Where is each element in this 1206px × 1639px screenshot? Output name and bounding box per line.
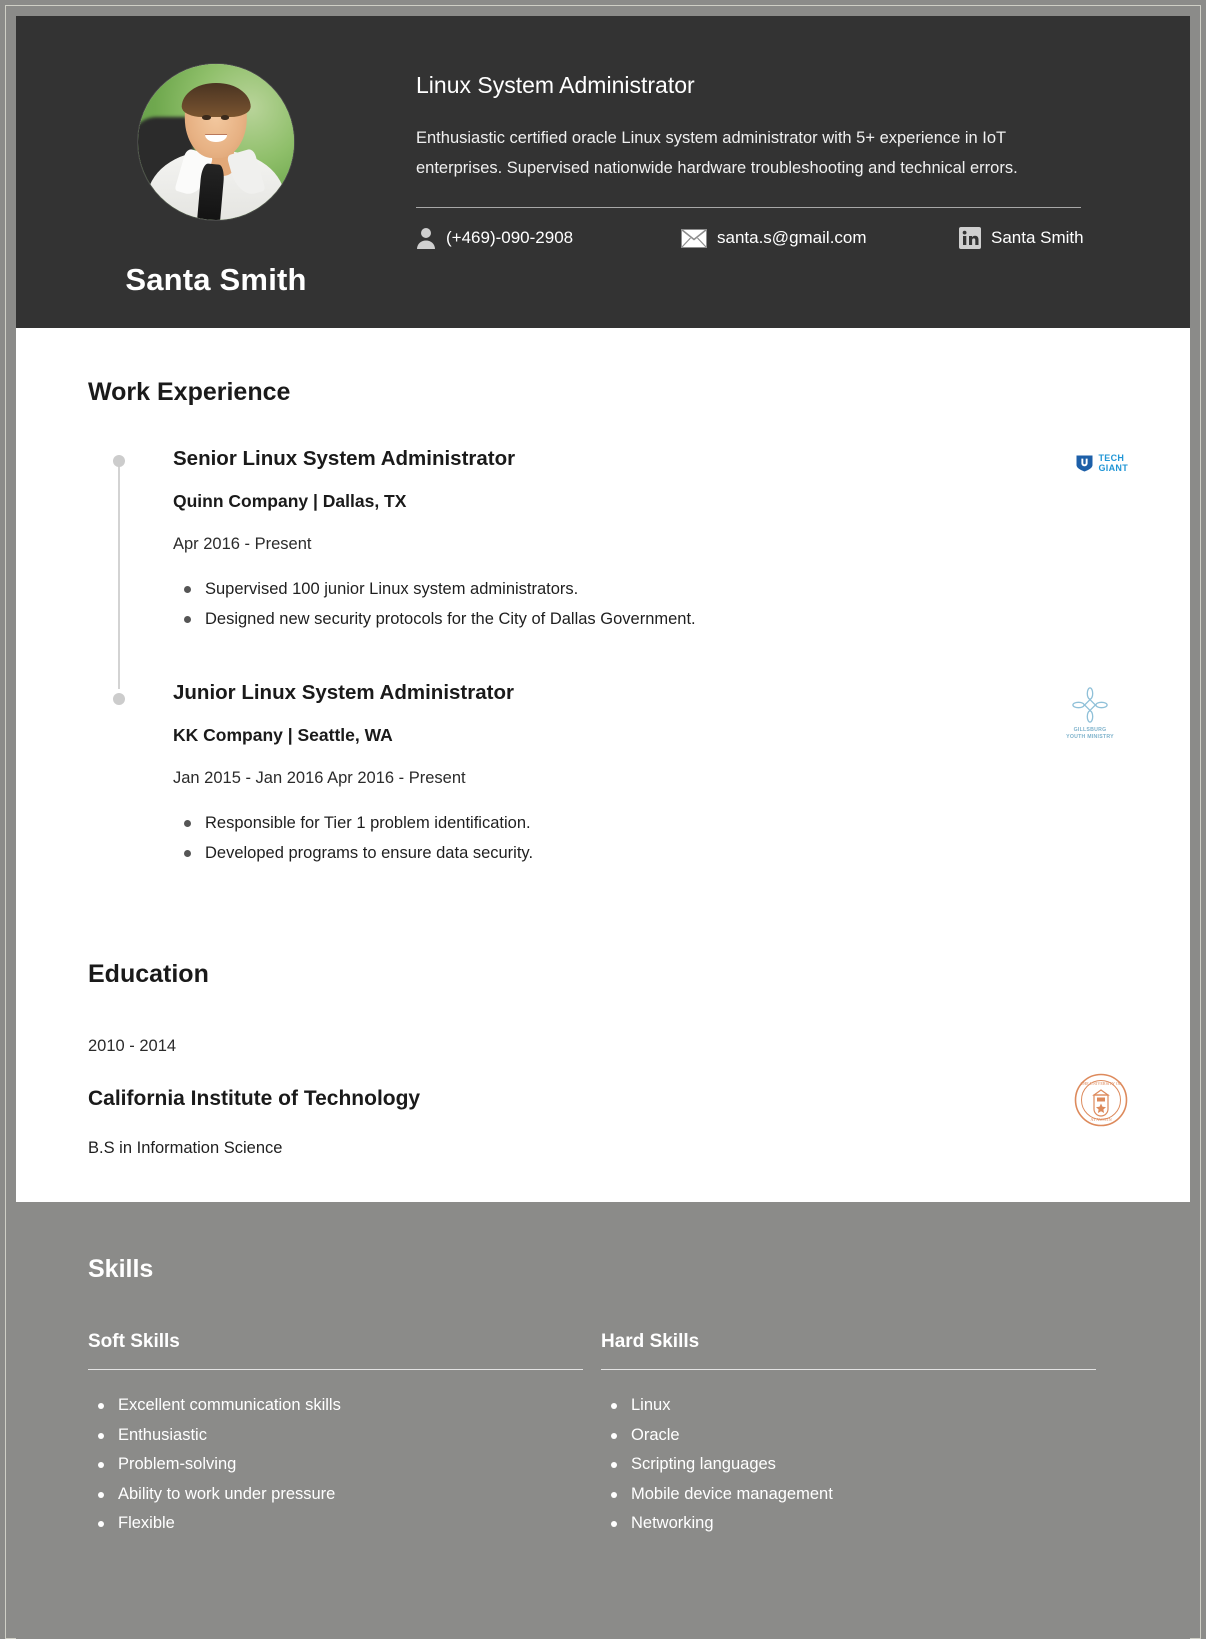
person-name: Santa Smith	[125, 262, 307, 297]
avatar-eye-left	[201, 115, 211, 121]
contact-email-value: santa.s@gmail.com	[717, 228, 867, 247]
work-bullet: Developed programs to ensure data securi…	[173, 838, 1118, 868]
work-role: Senior Linux System Administrator	[173, 447, 516, 470]
header-divider	[416, 207, 1081, 208]
timeline-dot	[113, 455, 125, 467]
section-title-skills: Skills	[88, 1255, 154, 1283]
education-school: California Institute of Technology	[88, 1087, 421, 1110]
list-item: Mobile device management	[601, 1480, 1114, 1510]
resume-header: Santa Smith Linux System Administrator E…	[16, 16, 1190, 328]
work-bullet: Supervised 100 junior Linux system admin…	[173, 574, 1118, 604]
work-bullet-list: Responsible for Tier 1 problem identific…	[173, 808, 1118, 868]
list-item: Networking	[601, 1509, 1114, 1539]
contact-phone-value: (+469)-090-2908	[446, 228, 574, 247]
work-bullet: Designed new security protocols for the …	[173, 604, 1118, 634]
svg-text:AT AUSTIN: AT AUSTIN	[1090, 1117, 1111, 1122]
work-entry: GILLSBURG YOUTH MINISTRY Junior Linux Sy…	[173, 681, 1118, 868]
contact-phone[interactable]: (+469)-090-2908	[416, 227, 681, 249]
list-item: Oracle	[601, 1421, 1114, 1451]
work-timeline: TECH GIANT Senior Linux System Administr…	[88, 447, 1128, 868]
list-item: Excellent communication skills	[88, 1391, 601, 1421]
skills-columns: Soft Skills Excellent communication skil…	[88, 1331, 1118, 1539]
header-details-column: Linux System Administrator Enthusiastic …	[416, 16, 1190, 328]
linkedin-icon	[959, 227, 981, 249]
tech-giant-logo: TECH GIANT	[1075, 453, 1129, 473]
list-item: Enthusiastic	[88, 1421, 601, 1451]
tech-giant-line1: TECH	[1098, 453, 1125, 463]
list-item: Problem-solving	[88, 1450, 601, 1480]
body-spacer	[88, 1158, 1118, 1202]
person-icon	[416, 227, 436, 249]
soft-skills-list: Excellent communication skills Enthusias…	[88, 1391, 601, 1539]
work-role: Junior Linux System Administrator	[173, 681, 514, 704]
profile-summary: Enthusiastic certified oracle Linux syst…	[416, 129, 1018, 177]
page-canvas: Santa Smith Linux System Administrator E…	[0, 0, 1206, 1639]
list-item: Flexible	[88, 1509, 601, 1539]
tech-giant-shield-icon	[1076, 455, 1092, 471]
soft-skills-rule	[88, 1369, 583, 1370]
gillsburg-logo-text: GILLSBURG YOUTH MINISTRY	[1052, 727, 1128, 741]
tech-giant-logo-text: TECH GIANT	[1099, 453, 1129, 473]
work-dates: Jan 2015 - Jan 2016 Apr 2016 - Present	[173, 769, 466, 787]
soft-skills-column: Soft Skills Excellent communication skil…	[88, 1331, 601, 1539]
university-seal: THE UNIVERSITY OF AT AUSTIN	[1074, 1073, 1128, 1127]
section-title-education: Education	[88, 960, 209, 988]
education-years: 2010 - 2014	[88, 1037, 177, 1055]
contact-linkedin-value: Santa Smith	[991, 228, 1084, 247]
hard-skills-column: Hard Skills Linux Oracle Scripting langu…	[601, 1331, 1114, 1539]
section-title-work-experience: Work Experience	[88, 378, 291, 406]
list-item: Ability to work under pressure	[88, 1480, 601, 1510]
work-entry: TECH GIANT Senior Linux System Administr…	[173, 447, 1128, 634]
envelope-icon	[681, 228, 707, 248]
gillsburg-line1: GILLSBURG	[1073, 727, 1107, 733]
work-bullet-list: Supervised 100 junior Linux system admin…	[173, 574, 1118, 634]
job-title: Linux System Administrator	[416, 72, 695, 98]
education-entry: THE UNIVERSITY OF AT AUSTIN 2010 - 2014 …	[88, 1037, 1128, 1158]
hard-skills-rule	[601, 1369, 1096, 1370]
tech-giant-line2: GIANT	[1098, 463, 1128, 473]
header-identity-column: Santa Smith	[16, 16, 416, 328]
contact-row: (+469)-090-2908 santa.s@gmail.com Santa …	[416, 227, 1096, 249]
hard-skills-list: Linux Oracle Scripting languages Mobile …	[601, 1391, 1114, 1539]
hard-skills-heading: Hard Skills	[601, 1331, 700, 1352]
skills-section: Skills Soft Skills Excellent communicati…	[16, 1202, 1190, 1639]
resume-body: Work Experience TECH GIANT Senior Linux …	[16, 328, 1190, 1202]
four-point-star-icon	[1072, 687, 1108, 723]
work-dates: Apr 2016 - Present	[173, 535, 312, 553]
work-company: KK Company | Seattle, WA	[173, 725, 393, 745]
work-bullet: Responsible for Tier 1 problem identific…	[173, 808, 1118, 838]
avatar	[138, 64, 294, 220]
work-company: Quinn Company | Dallas, TX	[173, 491, 407, 511]
soft-skills-heading: Soft Skills	[88, 1331, 180, 1352]
gillsburg-line2: YOUTH MINISTRY	[1066, 734, 1114, 740]
timeline-line	[118, 459, 120, 689]
gillsburg-youth-ministry-logo: GILLSBURG YOUTH MINISTRY	[1052, 685, 1128, 741]
contact-email[interactable]: santa.s@gmail.com	[681, 228, 959, 248]
list-item: Linux	[601, 1391, 1114, 1421]
svg-text:THE UNIVERSITY OF: THE UNIVERSITY OF	[1081, 1081, 1122, 1086]
timeline-dot	[113, 693, 125, 705]
contact-linkedin[interactable]: Santa Smith	[959, 227, 1084, 249]
education-degree: B.S in Information Science	[88, 1139, 283, 1157]
list-item: Scripting languages	[601, 1450, 1114, 1480]
resume-document: Santa Smith Linux System Administrator E…	[16, 16, 1190, 1639]
